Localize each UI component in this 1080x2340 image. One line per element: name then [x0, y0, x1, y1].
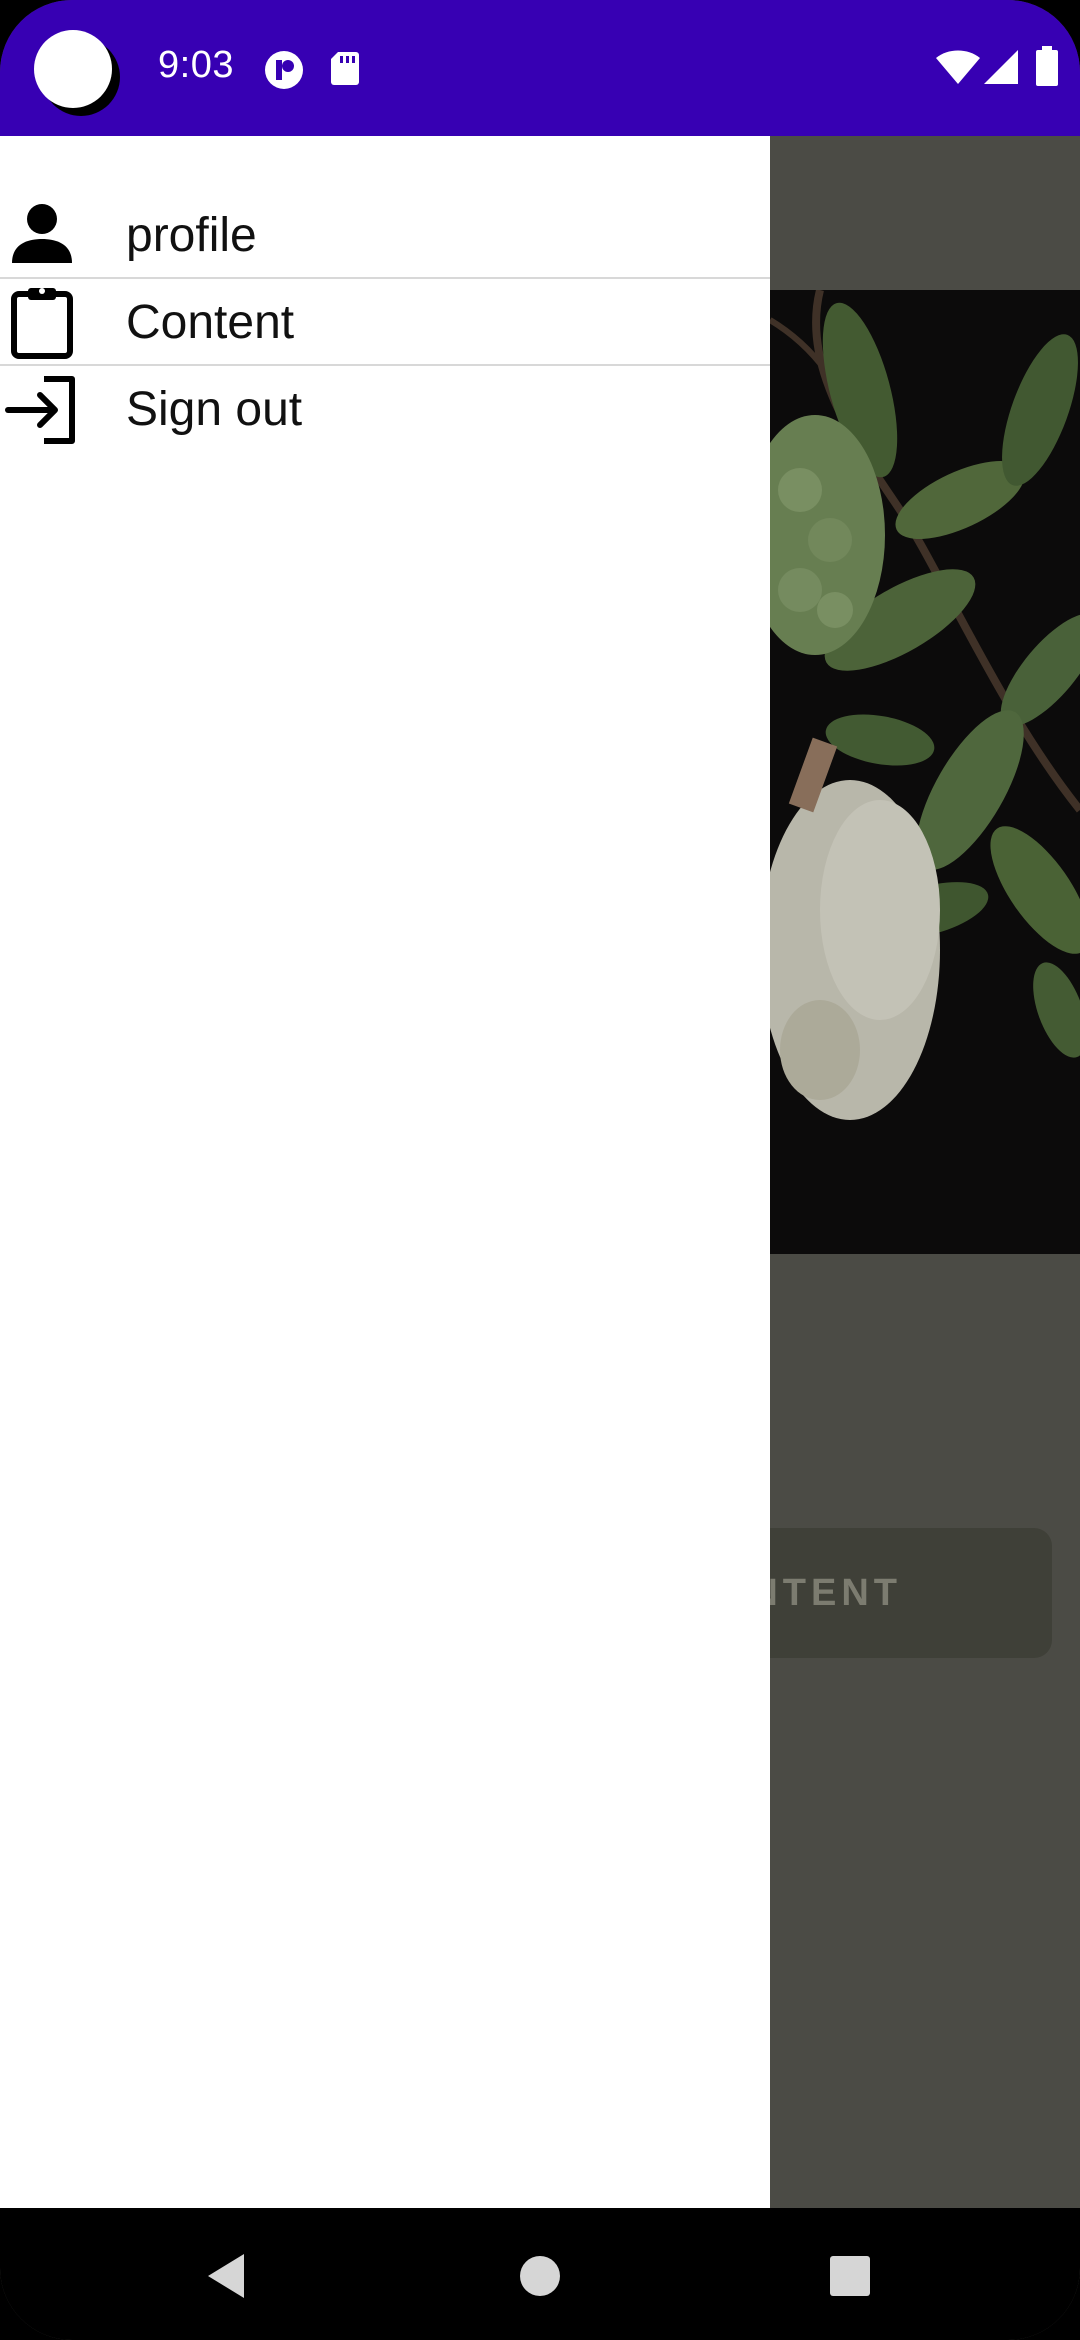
cellular-signal-icon — [984, 50, 1020, 91]
drawer-item-label: profile — [126, 208, 257, 262]
drawer-item-label: Sign out — [126, 382, 303, 436]
recents-icon[interactable] — [830, 2256, 870, 2301]
drawer-item-content[interactable]: Content — [0, 279, 770, 365]
status-time: 9:03 — [158, 44, 234, 86]
wifi-icon — [936, 50, 980, 91]
navigation-drawer: profile Content Sign out — [0, 136, 770, 2208]
clipboard-icon — [4, 284, 80, 360]
drawer-item-profile[interactable]: profile — [0, 192, 770, 278]
drawer-item-label: Content — [126, 295, 295, 349]
back-icon[interactable] — [204, 2252, 248, 2305]
sign-in-arrow-icon — [4, 371, 80, 447]
battery-icon — [1036, 46, 1058, 91]
camera-cutout — [34, 30, 112, 108]
phone-screen: giới NTENT profile Content — [0, 0, 1080, 2340]
notification-app-icon — [264, 50, 304, 95]
sd-card-icon — [330, 50, 360, 91]
drawer-item-sign-out[interactable]: Sign out — [0, 366, 770, 452]
status-bar: 9:03 — [0, 0, 1080, 136]
system-navigation-bar — [0, 2208, 1080, 2340]
home-icon[interactable] — [520, 2256, 560, 2301]
person-icon — [4, 197, 80, 273]
